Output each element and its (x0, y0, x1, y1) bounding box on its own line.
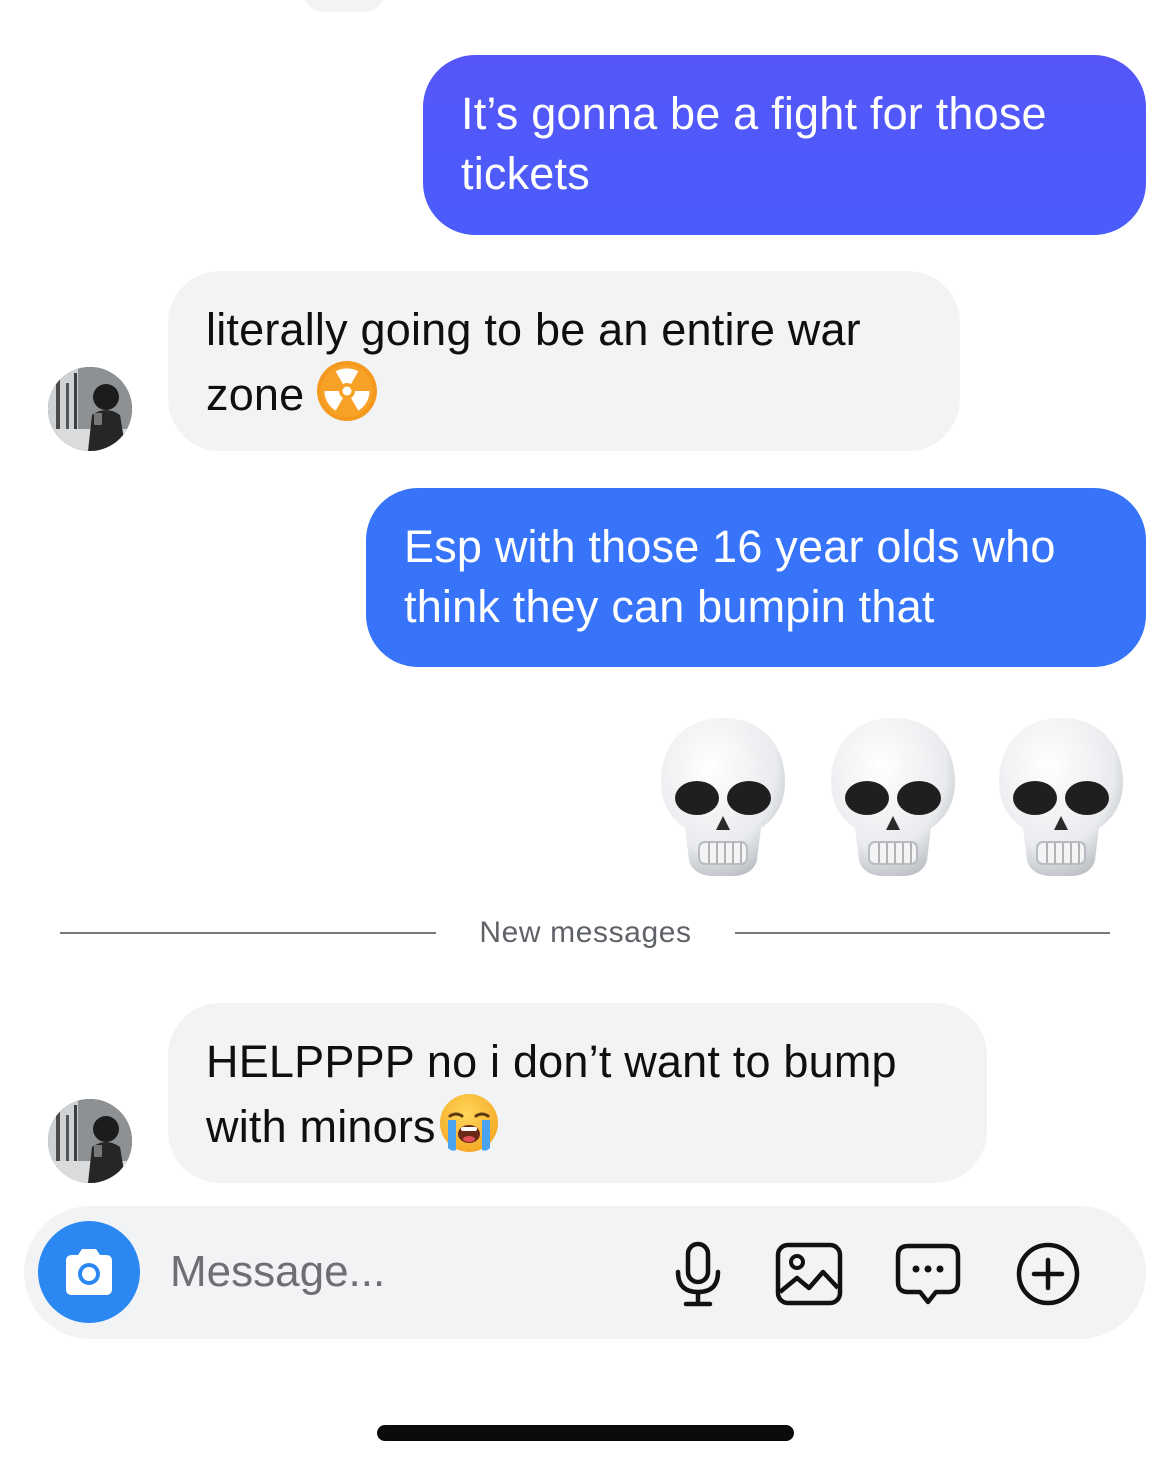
gallery-icon (775, 1242, 843, 1306)
sender-avatar[interactable] (48, 367, 132, 451)
divider-line (60, 932, 436, 934)
camera-icon (66, 1249, 112, 1295)
message-text: HELPPPP no i don’t want to bump with min… (206, 1036, 897, 1152)
outgoing-message-bubble[interactable]: It’s gonna be a fight for those tickets (423, 55, 1146, 235)
loudly-crying-emoji-icon (438, 1092, 500, 1169)
incoming-message-bubble[interactable]: literally going to be an entire war zone (168, 271, 960, 451)
microphone-button[interactable] (664, 1240, 732, 1308)
incoming-message-bubble[interactable]: HELPPPP no i don’t want to bump with min… (168, 1003, 987, 1183)
previous-message-bubble (303, 0, 385, 12)
gallery-button[interactable] (775, 1240, 843, 1308)
skull-emoji-icon (655, 712, 791, 882)
plus-icon (1016, 1242, 1080, 1306)
message-composer (24, 1206, 1146, 1339)
new-messages-divider: New messages (60, 914, 1110, 954)
emoji-message[interactable] (655, 712, 1135, 892)
home-indicator[interactable] (377, 1425, 794, 1441)
more-options-button[interactable] (1014, 1240, 1082, 1308)
microphone-icon (675, 1241, 721, 1307)
message-text: It’s gonna be a fight for those tickets (461, 88, 1047, 199)
sticker-button[interactable] (894, 1240, 962, 1308)
message-text: Esp with those 16 year olds who think th… (404, 521, 1056, 632)
message-text: literally going to be an entire war zone (206, 304, 861, 420)
sender-avatar[interactable] (48, 1099, 132, 1183)
sticker-icon (895, 1243, 961, 1305)
radioactive-emoji-icon (316, 360, 378, 437)
message-input[interactable] (170, 1242, 640, 1302)
skull-emoji-icon (825, 712, 961, 882)
camera-button[interactable] (38, 1221, 140, 1323)
divider-line (735, 932, 1110, 934)
outgoing-message-bubble[interactable]: Esp with those 16 year olds who think th… (366, 488, 1146, 667)
skull-emoji-icon (993, 712, 1129, 882)
chat-screen: It’s gonna be a fight for those tickets … (0, 0, 1170, 1465)
divider-label: New messages (479, 916, 692, 949)
